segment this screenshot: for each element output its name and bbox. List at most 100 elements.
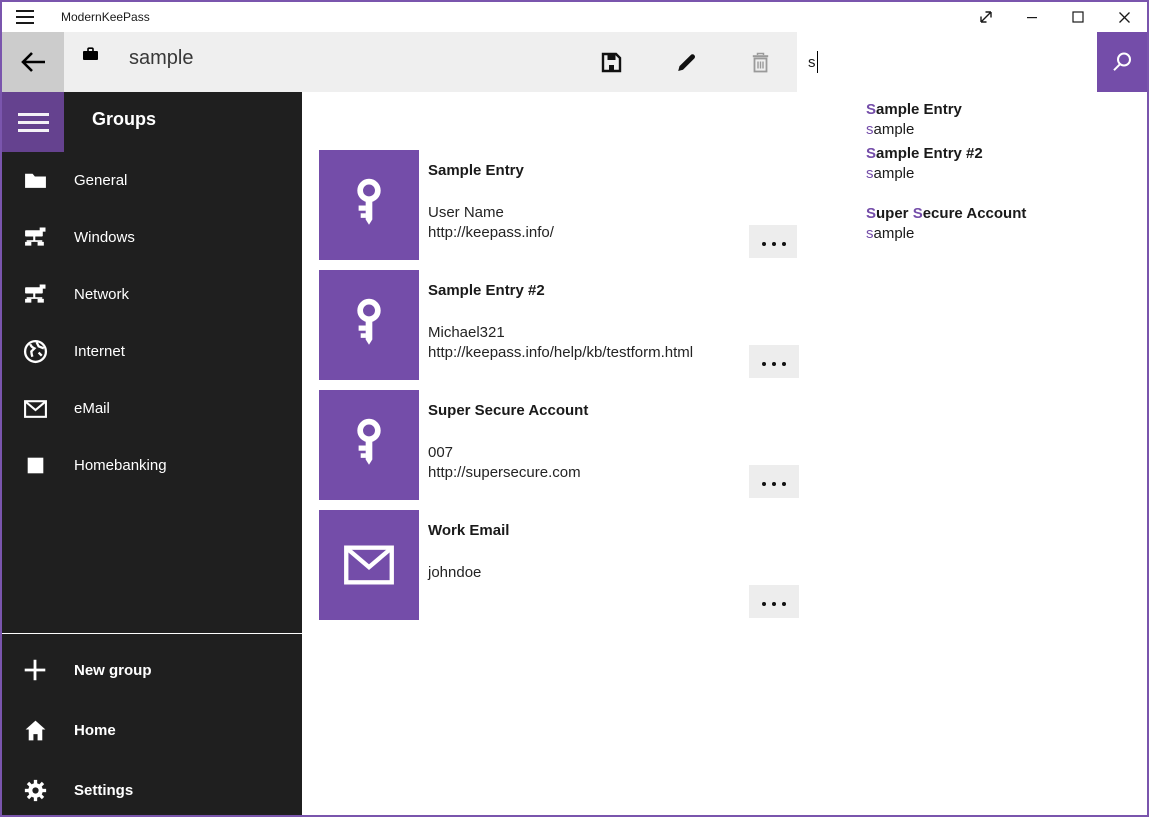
sidebar-item-label: New group bbox=[74, 662, 152, 679]
close-icon bbox=[1118, 11, 1131, 24]
entry-tile bbox=[319, 390, 419, 500]
entry-tile bbox=[319, 510, 419, 620]
sidebar-item-label: Windows bbox=[74, 229, 135, 246]
entry-row[interactable]: Sample Entry #2 Michael321 http://keepas… bbox=[319, 270, 801, 380]
ellipsis-icon bbox=[759, 593, 789, 611]
titlebar-hamburger-icon[interactable] bbox=[16, 10, 34, 24]
edit-button[interactable] bbox=[662, 38, 710, 86]
sidebar-item-home[interactable]: Home bbox=[2, 700, 302, 760]
delete-button[interactable] bbox=[736, 38, 784, 86]
hamburger-icon bbox=[18, 113, 49, 132]
groups-header: Groups bbox=[92, 109, 156, 130]
edit-icon bbox=[675, 51, 698, 74]
entry-username: 007 bbox=[428, 443, 581, 463]
search-icon bbox=[1110, 50, 1134, 74]
suggestion-subtitle: sample bbox=[866, 120, 1147, 140]
suggestion-title: Sample Entry #2 bbox=[866, 144, 1147, 164]
network-icon bbox=[22, 225, 48, 251]
app-bar: sample s bbox=[2, 32, 1147, 92]
globe-icon bbox=[22, 339, 48, 365]
sidebar-actions: New group Home bbox=[2, 640, 302, 817]
sidebar-item-label: General bbox=[74, 172, 127, 189]
suggestion-item[interactable]: Super Secure Account sample bbox=[797, 204, 1147, 264]
sidebar-item-label: Home bbox=[74, 722, 116, 739]
entry-username: johndoe bbox=[428, 563, 481, 583]
sidebar-item-network[interactable]: Network bbox=[2, 266, 302, 323]
sidebar: Groups General bbox=[2, 92, 302, 815]
hamburger-button[interactable] bbox=[2, 92, 64, 152]
entry-title: Sample Entry #2 bbox=[428, 282, 545, 299]
entry-username: Michael321 bbox=[428, 323, 693, 343]
entry-details: Michael321 http://keepass.info/help/kb/t… bbox=[428, 323, 693, 363]
suggestion-subtitle: sample bbox=[866, 224, 1147, 244]
suggestion-item[interactable]: Sample Entry #2 sample bbox=[797, 144, 1147, 204]
more-button[interactable] bbox=[749, 225, 799, 258]
suggestion-subtitle: sample bbox=[866, 164, 1147, 184]
mail-icon bbox=[22, 396, 48, 422]
network-icon bbox=[22, 282, 48, 308]
minimize-button[interactable] bbox=[1009, 2, 1055, 32]
minimize-icon bbox=[1026, 11, 1038, 23]
window-controls bbox=[963, 2, 1147, 32]
close-button[interactable] bbox=[1101, 2, 1147, 32]
back-button[interactable] bbox=[2, 32, 64, 92]
entry-row[interactable]: Super Secure Account 007 http://supersec… bbox=[319, 390, 801, 500]
sidebar-item-general[interactable]: General bbox=[2, 152, 302, 209]
more-button[interactable] bbox=[749, 345, 799, 378]
entry-details: 007 http://supersecure.com bbox=[428, 443, 581, 483]
sidebar-item-windows[interactable]: Windows bbox=[2, 209, 302, 266]
text-caret bbox=[817, 51, 819, 73]
more-button[interactable] bbox=[749, 585, 799, 618]
database-title: sample bbox=[129, 47, 193, 70]
entry-title: Work Email bbox=[428, 522, 509, 539]
key-icon bbox=[344, 298, 394, 352]
fullscreen-icon bbox=[978, 9, 994, 25]
sidebar-item-label: eMail bbox=[74, 400, 110, 417]
briefcase-icon bbox=[82, 46, 99, 63]
gear-icon bbox=[22, 777, 48, 803]
entry-tile bbox=[319, 270, 419, 380]
save-icon bbox=[600, 51, 623, 74]
entry-title: Sample Entry bbox=[428, 162, 524, 179]
entry-title: Super Secure Account bbox=[428, 402, 588, 419]
entry-row[interactable]: Sample Entry User Name http://keepass.in… bbox=[319, 150, 801, 260]
sidebar-item-label: Settings bbox=[74, 782, 133, 799]
home-icon bbox=[22, 717, 48, 743]
entry-url: http://keepass.info/ bbox=[428, 223, 554, 243]
sidebar-item-homebanking[interactable]: Homebanking bbox=[2, 437, 302, 494]
entry-username: User Name bbox=[428, 203, 554, 223]
entry-details: johndoe bbox=[428, 563, 481, 583]
ellipsis-icon bbox=[759, 233, 789, 251]
sidebar-item-new-group[interactable]: New group bbox=[2, 640, 302, 700]
app-title: ModernKeePass bbox=[61, 10, 150, 24]
folder-icon bbox=[22, 168, 48, 194]
entry-url: http://supersecure.com bbox=[428, 463, 581, 483]
back-arrow-icon bbox=[18, 48, 48, 76]
suggestion-title: Sample Entry bbox=[866, 100, 1147, 120]
sidebar-item-label: Homebanking bbox=[74, 457, 167, 474]
search-button[interactable] bbox=[1097, 32, 1147, 92]
search-input[interactable]: s bbox=[797, 32, 1097, 92]
suggestion-item[interactable]: Sample Entry sample bbox=[797, 92, 1147, 144]
sidebar-item-settings[interactable]: Settings bbox=[2, 760, 302, 817]
maximize-button[interactable] bbox=[1055, 2, 1101, 32]
save-button[interactable] bbox=[587, 38, 635, 86]
suggestion-title: Super Secure Account bbox=[866, 204, 1147, 224]
sidebar-divider bbox=[2, 633, 302, 634]
group-list: General Windows bbox=[2, 152, 302, 494]
plus-icon bbox=[22, 657, 48, 683]
square-icon bbox=[22, 453, 48, 479]
fullscreen-button[interactable] bbox=[963, 2, 1009, 32]
maximize-icon bbox=[1072, 11, 1084, 23]
mail-icon bbox=[343, 543, 395, 587]
app-window: ModernKeePass bbox=[0, 0, 1149, 817]
sidebar-item-email[interactable]: eMail bbox=[2, 380, 302, 437]
more-button[interactable] bbox=[749, 465, 799, 498]
ellipsis-icon bbox=[759, 473, 789, 491]
entry-row[interactable]: Work Email johndoe bbox=[319, 510, 801, 620]
sidebar-item-label: Internet bbox=[74, 343, 125, 360]
search-suggestions: Sample Entry sample Sample Entry #2 samp… bbox=[797, 92, 1147, 274]
key-icon bbox=[344, 418, 394, 472]
sidebar-item-internet[interactable]: Internet bbox=[2, 323, 302, 380]
entry-tile bbox=[319, 150, 419, 260]
